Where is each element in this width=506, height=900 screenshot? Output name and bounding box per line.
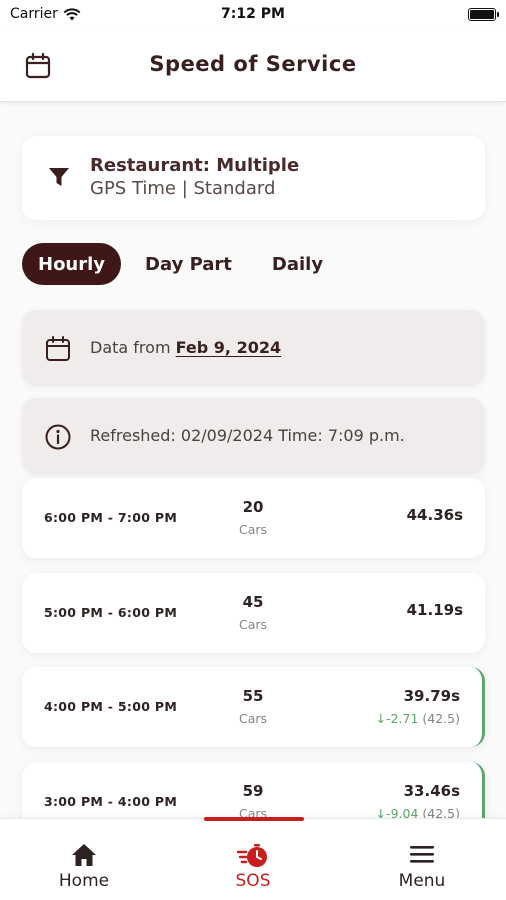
hamburger-menu-icon xyxy=(410,846,434,863)
mode-filter-label: GPS Time | Standard xyxy=(90,178,276,199)
row-delta: ↓-2.71 (42.5) xyxy=(376,711,460,726)
data-from-prefix: Data from xyxy=(90,338,171,357)
sos-timer-icon xyxy=(237,844,267,867)
period-tabs: Hourly Day Part Daily xyxy=(22,243,339,285)
row-car-count: 59 xyxy=(242,782,264,800)
row-time-range: 6:00 PM - 7:00 PM xyxy=(44,510,178,525)
data-from-text: Data from Feb 9, 2024 xyxy=(90,338,281,357)
app-header: Speed of Service xyxy=(0,30,506,102)
row-target-value: (42.5) xyxy=(422,711,460,726)
battery-icon xyxy=(468,8,499,21)
data-date-link[interactable]: Feb 9, 2024 xyxy=(176,338,281,357)
hourly-row[interactable]: 6:00 PM - 7:00 PM 20 Cars 44.36s xyxy=(22,478,485,558)
status-bar: Carrier 7:12 PM xyxy=(0,0,506,30)
arrow-down-icon: ↓ xyxy=(375,711,387,726)
row-service-time: 41.19s xyxy=(406,601,463,619)
nav-home[interactable]: Home xyxy=(0,819,168,900)
info-icon xyxy=(45,424,71,450)
tab-day-part[interactable]: Day Part xyxy=(129,243,248,285)
tab-daily[interactable]: Daily xyxy=(256,243,339,285)
nav-sos[interactable]: SOS xyxy=(169,819,337,900)
bottom-nav: Home SOS Menu xyxy=(0,817,506,900)
nav-home-label: Home xyxy=(58,871,110,891)
refresh-info-card: Refreshed: 02/09/2024 Time: 7:09 p.m. xyxy=(22,398,485,474)
row-time-range: 4:00 PM - 5:00 PM xyxy=(44,699,178,714)
row-delta-value: -2.71 xyxy=(386,711,419,726)
nav-sos-label: SOS xyxy=(235,871,271,891)
row-count-unit: Cars xyxy=(238,522,268,537)
home-icon xyxy=(72,844,96,866)
hourly-row[interactable]: 5:00 PM - 6:00 PM 45 Cars 41.19s xyxy=(22,573,485,653)
row-time-range: 3:00 PM - 4:00 PM xyxy=(44,794,178,809)
calendar-icon xyxy=(46,336,70,361)
row-car-count: 45 xyxy=(242,593,264,611)
row-count-unit: Cars xyxy=(238,617,268,632)
restaurant-filter-label: Restaurant: Multiple xyxy=(90,155,300,176)
row-car-count: 55 xyxy=(242,687,264,705)
row-service-time: 39.79s xyxy=(403,687,460,705)
row-car-count: 20 xyxy=(242,498,264,516)
filter-card[interactable]: Restaurant: Multiple GPS Time | Standard xyxy=(22,136,485,220)
refreshed-text: Refreshed: 02/09/2024 Time: 7:09 p.m. xyxy=(90,426,405,445)
nav-menu-label: Menu xyxy=(398,871,446,891)
row-service-time: 33.46s xyxy=(403,782,460,800)
row-count-unit: Cars xyxy=(238,711,268,726)
row-time-range: 5:00 PM - 6:00 PM xyxy=(44,605,178,620)
filter-icon xyxy=(49,168,69,186)
tab-hourly[interactable]: Hourly xyxy=(22,243,122,285)
nav-menu[interactable]: Menu xyxy=(338,819,506,900)
status-time: 7:12 PM xyxy=(221,6,285,22)
hourly-row[interactable]: 4:00 PM - 5:00 PM 55 Cars 39.79s ↓-2.71 … xyxy=(22,667,485,747)
row-service-time: 44.36s xyxy=(406,506,463,524)
data-date-card[interactable]: Data from Feb 9, 2024 xyxy=(22,310,485,386)
page-title: Speed of Service xyxy=(149,52,357,76)
